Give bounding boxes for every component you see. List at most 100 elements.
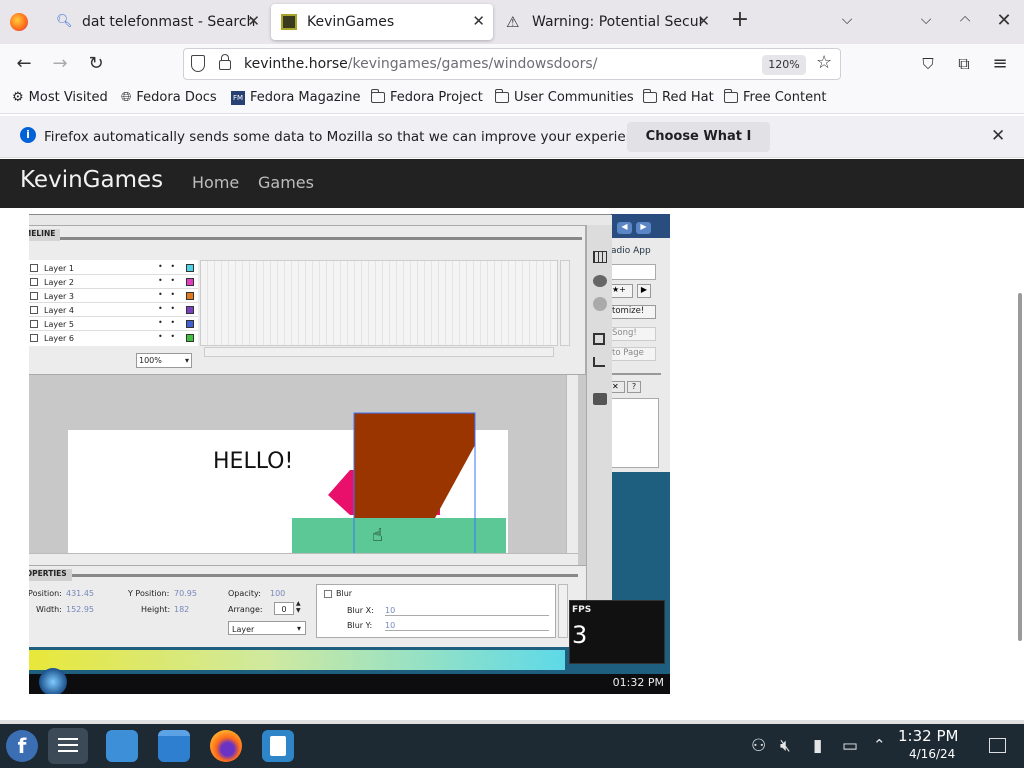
volume-slider[interactable] <box>611 373 661 375</box>
green-shape[interactable] <box>292 518 506 553</box>
bookmark-most-visited[interactable]: ⚙ Most Visited <box>12 90 108 105</box>
display-icon[interactable]: ▭ <box>842 736 858 756</box>
windows-start-icon[interactable] <box>39 668 67 694</box>
layer-color-swatch[interactable] <box>186 292 194 300</box>
fedora-logo-icon[interactable]: f <box>6 730 38 762</box>
settings-app-icon[interactable] <box>48 728 88 764</box>
to-page-button[interactable]: to Page <box>611 347 656 361</box>
new-tab-icon[interactable]: + <box>728 7 752 32</box>
layer-row[interactable]: Layer 2 • • <box>29 276 198 289</box>
nav-home[interactable]: Home <box>192 173 239 192</box>
favorite-button[interactable]: ★+ <box>611 284 633 298</box>
site-brand[interactable]: KevinGames <box>20 167 163 193</box>
network-icon[interactable]: ⚇ <box>751 736 766 756</box>
show-desktop-icon[interactable] <box>989 738 1006 753</box>
editor-window[interactable]: IMELINE Layer 1 • • Layer 2 • • Layer 3 • •… <box>29 214 612 647</box>
blur-x-value[interactable]: 10 <box>385 606 549 616</box>
tab-kevingames[interactable]: KevinGames ✕ <box>271 4 493 40</box>
url-text[interactable]: kevinthe.horse/kevingames/games/windowsd… <box>244 56 597 72</box>
layer-row[interactable]: Layer 5 • • <box>29 318 198 331</box>
library-tool-icon[interactable] <box>593 393 607 405</box>
blur-checkbox[interactable] <box>324 590 332 598</box>
stage-vscroll[interactable] <box>566 375 578 553</box>
song-button[interactable]: Song! <box>611 327 656 341</box>
bookmark-free-content[interactable]: Free Content <box>723 89 826 105</box>
selected-brown-shape[interactable] <box>354 413 475 518</box>
list-tabs-icon[interactable]: ⌵ <box>835 12 859 28</box>
tab-search[interactable]: 🔍︎ dat telefonmast - Search ✕ <box>46 4 268 40</box>
transform-tool-icon[interactable] <box>593 333 605 345</box>
layer-row[interactable]: Layer 6 • • <box>29 332 198 345</box>
x-position-value[interactable]: 431.45 <box>66 589 94 598</box>
align-tool-icon[interactable] <box>593 357 605 367</box>
width-value[interactable]: 152.95 <box>66 605 94 614</box>
shapes-svg[interactable] <box>29 375 578 553</box>
layer-select[interactable]: Layer <box>228 621 306 635</box>
files-icon[interactable] <box>158 730 190 762</box>
layer-color-swatch[interactable] <box>186 320 194 328</box>
globe-tool-icon[interactable] <box>593 297 607 311</box>
zoom-select[interactable]: 100% ▾ <box>136 353 192 368</box>
maximize-icon[interactable]: ⌵ <box>953 12 977 28</box>
store-icon[interactable] <box>106 730 138 762</box>
bookmark-star-icon[interactable]: ☆ <box>816 52 832 73</box>
radio-input[interactable] <box>611 264 656 280</box>
layer-row[interactable]: Layer 3 • • <box>29 290 198 303</box>
os-time[interactable]: 1:32 PM <box>898 729 958 744</box>
opacity-value[interactable]: 100 <box>270 589 285 598</box>
layer-row[interactable]: Layer 1 • • <box>29 262 198 275</box>
bookmark-user-communities[interactable]: User Communities <box>494 89 634 105</box>
blur-y-value[interactable]: 10 <box>385 621 549 631</box>
lock-icon[interactable] <box>219 60 231 70</box>
bookmark-fedora-project[interactable]: Fedora Project <box>370 89 483 105</box>
settings-tab[interactable]: ✕ <box>611 381 625 393</box>
close-notification-icon[interactable]: ✕ <box>991 126 1005 146</box>
tray-expand-icon[interactable]: ⌃ <box>873 736 886 754</box>
layer-color-swatch[interactable] <box>186 306 194 314</box>
forward-icon[interactable]: → <box>48 52 72 76</box>
reload-icon[interactable]: ↻ <box>84 52 108 76</box>
nav-games[interactable]: Games <box>258 173 314 192</box>
minimize-icon[interactable]: ⌵ <box>914 12 938 28</box>
bookmark-fedora-magazine[interactable]: FM Fedora Magazine <box>231 90 361 105</box>
zoom-badge[interactable]: 120% <box>762 55 806 75</box>
menu-icon[interactable]: ≡ <box>988 52 1012 76</box>
timeline-hscroll[interactable] <box>204 347 554 357</box>
arrange-input[interactable]: 0 <box>274 602 294 615</box>
close-tab-icon[interactable]: ✕ <box>697 12 710 30</box>
page-scrollbar[interactable] <box>1018 293 1022 641</box>
tab-warning[interactable]: ⚠ Warning: Potential Security Risk ✕ <box>496 4 718 40</box>
grid-tool-icon[interactable] <box>593 251 607 263</box>
url-bar[interactable]: kevinthe.horse/kevingames/games/windowsd… <box>183 48 841 80</box>
timeline-vscroll[interactable] <box>560 260 570 346</box>
back-icon[interactable]: ← <box>12 52 36 76</box>
stage-hscroll[interactable] <box>29 553 578 565</box>
radio-list[interactable] <box>611 398 659 468</box>
bookmark-red-hat[interactable]: Red Hat <box>642 89 714 105</box>
choose-what-i-share-button[interactable]: Choose What I Share <box>627 122 770 174</box>
customize-button[interactable]: tomize! <box>611 305 656 319</box>
radio-app-window[interactable]: ◀ ▶ adio App ★+ ▶ tomize! Song! to Page … <box>611 214 670 472</box>
close-window-icon[interactable]: ✕ <box>992 10 1016 31</box>
arrange-stepper[interactable]: ▲ ▼ <box>296 600 301 614</box>
layer-color-swatch[interactable] <box>186 334 194 342</box>
volume-muted-icon[interactable]: 🔇︎ <box>780 736 791 756</box>
battery-icon[interactable]: ▮ <box>813 736 822 756</box>
paint-tool-icon[interactable] <box>593 275 607 287</box>
shield-icon[interactable] <box>191 55 205 72</box>
frames-grid[interactable] <box>200 260 558 346</box>
next-arrow-icon[interactable]: ▶ <box>636 222 651 234</box>
os-date[interactable]: 4/16/24 <box>909 747 955 761</box>
kate-editor-icon[interactable] <box>262 730 294 762</box>
stage-area[interactable]: HELLO! ☝ <box>29 375 578 553</box>
layer-color-swatch[interactable] <box>186 264 194 272</box>
close-tab-icon[interactable]: ✕ <box>247 12 260 30</box>
layer-row[interactable]: Layer 4 • • <box>29 304 198 317</box>
help-button[interactable]: ? <box>627 381 641 393</box>
filters-scrollbar[interactable] <box>558 584 568 638</box>
extensions-icon[interactable]: ⧉ <box>952 52 976 76</box>
height-value[interactable]: 182 <box>174 605 189 614</box>
firefox-icon[interactable] <box>210 730 242 762</box>
y-position-value[interactable]: 70.95 <box>174 589 197 598</box>
firefox-view-icon[interactable] <box>10 13 28 31</box>
